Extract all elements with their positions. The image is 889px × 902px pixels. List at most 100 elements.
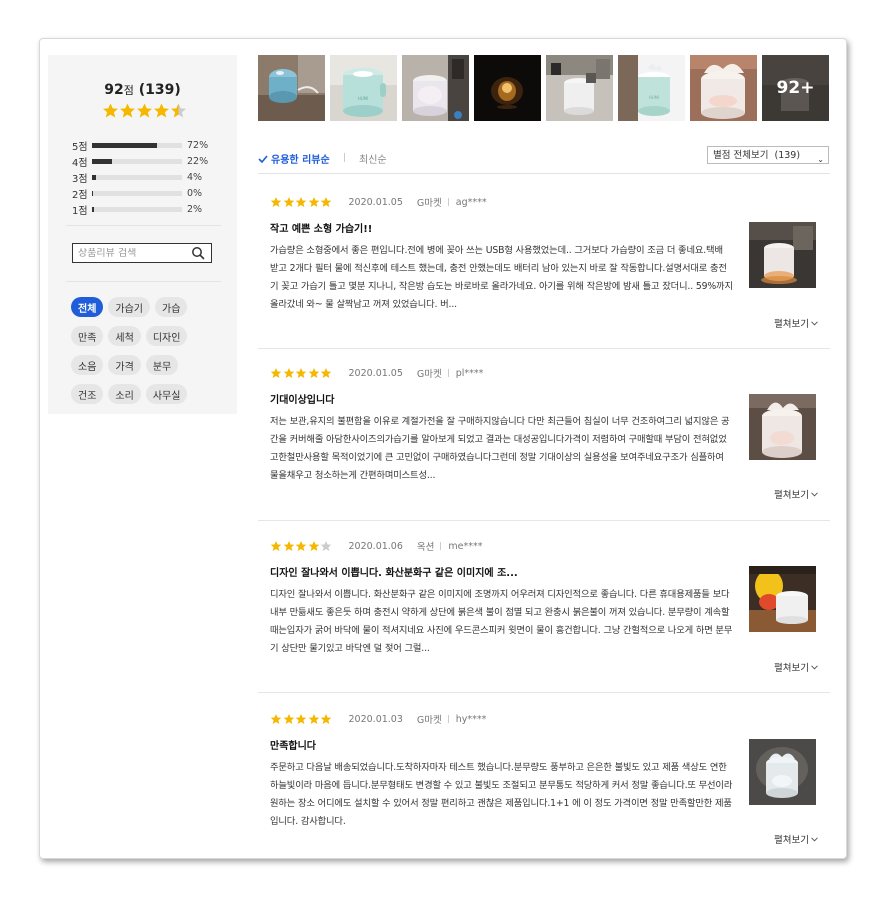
check-icon xyxy=(258,154,268,163)
keyword-tag[interactable]: 건조 xyxy=(71,384,104,404)
review-thumbnail[interactable] xyxy=(749,394,816,460)
keyword-tag[interactable]: 전체 xyxy=(71,297,104,317)
review-item: 2020.01.05 G마켓 ag**** 작고 예쁜 소형 가습기!! 가습량… xyxy=(258,195,830,349)
review-thumbnail[interactable] xyxy=(749,222,816,288)
star-half-icon xyxy=(171,103,186,118)
expand-label: 펼쳐보기 xyxy=(774,835,809,846)
rating-bar-fill xyxy=(92,142,157,148)
review-user: pl**** xyxy=(455,367,484,379)
review-body: 가습량은 소형중에서 좋은 편입니다.전에 병에 꽂아 쓰는 USB형 사용했었… xyxy=(270,245,733,310)
review-photo[interactable] xyxy=(546,55,613,121)
rating-label: 1점 xyxy=(72,205,88,217)
rating-row[interactable]: 1점 2% xyxy=(72,201,222,217)
average-score: 92점 (139) xyxy=(48,82,237,98)
rating-label: 2점 xyxy=(72,189,88,201)
expand-label: 펼쳐보기 xyxy=(774,319,809,330)
rating-row[interactable]: 4점 22% xyxy=(72,153,222,169)
star-full-icon xyxy=(320,197,332,207)
rating-percent: 2% xyxy=(187,203,203,215)
review-photo[interactable] xyxy=(474,55,541,121)
rating-bar xyxy=(92,174,182,180)
rating-row[interactable]: 2점 0% xyxy=(72,185,222,201)
rating-bar-fill xyxy=(92,206,94,212)
star-full-icon xyxy=(283,541,294,551)
review-photo[interactable] xyxy=(258,55,325,121)
keyword-tag[interactable]: 디자인 xyxy=(145,326,188,346)
rating-distribution: 5점 72% 4점 22% 3점 4% 2점 0% 1점 2% xyxy=(72,137,222,217)
star-full-icon xyxy=(308,197,319,207)
review-thumbnail[interactable] xyxy=(749,566,816,632)
review-user: me**** xyxy=(448,540,483,552)
review-stars xyxy=(270,367,333,379)
review-body: 저는 보관,유지의 불편함을 이유로 계절가전을 잘 구매하지않습니다 다만 최… xyxy=(270,416,730,481)
rating-label: 5점 xyxy=(72,141,88,153)
expand-review-button[interactable]: 펼쳐보기 xyxy=(774,316,818,330)
search-icon[interactable] xyxy=(191,246,205,260)
divider xyxy=(66,281,221,282)
expand-review-button[interactable]: 펼쳐보기 xyxy=(774,660,818,674)
rating-percent: 4% xyxy=(187,171,203,183)
review-search-box[interactable] xyxy=(72,243,212,263)
rating-bar xyxy=(92,206,182,212)
sort-bar: 유용한 리뷰순 최신순 별점 전체보기 (139) ⌄ xyxy=(258,146,830,174)
chevron-down-icon xyxy=(811,320,818,326)
rating-percent: 22% xyxy=(187,155,209,167)
review-store: G마켓 xyxy=(416,369,442,380)
expand-review-button[interactable]: 펼쳐보기 xyxy=(774,832,818,846)
keyword-tag[interactable]: 분무 xyxy=(145,355,179,375)
review-meta: 2020.01.05 G마켓 pl**** xyxy=(270,366,483,380)
review-date: 2020.01.03 xyxy=(348,713,403,725)
expand-label: 펼쳐보기 xyxy=(774,490,809,501)
sort-useful-button[interactable]: 유용한 리뷰순 xyxy=(258,151,330,166)
keyword-tag[interactable]: 가격 xyxy=(108,355,141,375)
review-photo-more[interactable]: 92+ xyxy=(762,55,829,121)
review-stars xyxy=(270,713,333,725)
review-stars xyxy=(270,196,333,208)
review-body: 주문하고 다음날 배송되었습니다.도착하자마자 테스트 했습니다.분무량도 풍부… xyxy=(270,762,733,827)
review-stars xyxy=(270,540,333,552)
review-date: 2020.01.05 xyxy=(348,196,403,208)
review-user: ag**** xyxy=(455,196,487,208)
star-filter-select[interactable]: 별점 전체보기 (139) ⌄ xyxy=(707,146,829,164)
review-photo[interactable] xyxy=(690,55,757,121)
review-search-input[interactable] xyxy=(73,247,188,259)
review-store: G마켓 xyxy=(416,198,442,209)
star-filter-label: 별점 전체보기 (139) xyxy=(713,147,817,164)
review-photo[interactable]: HUMI xyxy=(330,55,397,121)
star-full-icon xyxy=(283,368,294,378)
rating-bar xyxy=(92,158,182,164)
keyword-tag[interactable]: 소음 xyxy=(71,355,104,375)
keyword-tag[interactable]: 가습기 xyxy=(108,297,151,317)
star-full-icon xyxy=(283,197,294,207)
keyword-tag[interactable]: 소리 xyxy=(108,384,141,404)
more-photos-count[interactable]: 92+ xyxy=(762,55,829,121)
review-store: 옥션 xyxy=(416,542,435,553)
divider xyxy=(440,542,442,550)
star-full-icon xyxy=(103,103,118,118)
review-meta: 2020.01.06 옥션 me**** xyxy=(270,539,483,553)
keyword-tag[interactable]: 사무실 xyxy=(145,384,188,404)
review-photo[interactable]: HUMI xyxy=(618,55,685,121)
divider xyxy=(344,153,345,162)
expand-review-button[interactable]: 펼쳐보기 xyxy=(774,487,818,501)
review-thumbnail[interactable] xyxy=(749,739,816,805)
star-full-icon xyxy=(270,541,282,551)
sort-recent-button[interactable]: 최신순 xyxy=(359,151,387,166)
star-full-icon xyxy=(308,368,319,378)
star-filter-count: (139) xyxy=(774,149,801,161)
review-meta: 2020.01.03 G마켓 hy**** xyxy=(270,712,486,726)
keyword-tag[interactable]: 세척 xyxy=(108,326,141,346)
divider xyxy=(258,348,830,349)
rating-bar-fill xyxy=(92,174,96,180)
review-summary-sidebar: 92점 (139) 5점 72%4점 22%3점 4%2점 0%1점 2% 전체… xyxy=(48,55,237,414)
tag-row: 건조 소리 사무실 xyxy=(71,384,231,404)
review-photo[interactable] xyxy=(402,55,469,121)
keyword-tag[interactable]: 만족 xyxy=(71,326,104,346)
rating-row[interactable]: 5점 72% xyxy=(72,137,222,153)
star-full-icon xyxy=(295,368,307,378)
rating-row[interactable]: 3점 4% xyxy=(72,169,222,185)
review-photo-strip: HUMI HUMI 92+ xyxy=(258,55,829,121)
star-full-icon xyxy=(308,714,319,724)
divider xyxy=(258,692,830,693)
keyword-tag[interactable]: 가습 xyxy=(155,297,188,317)
